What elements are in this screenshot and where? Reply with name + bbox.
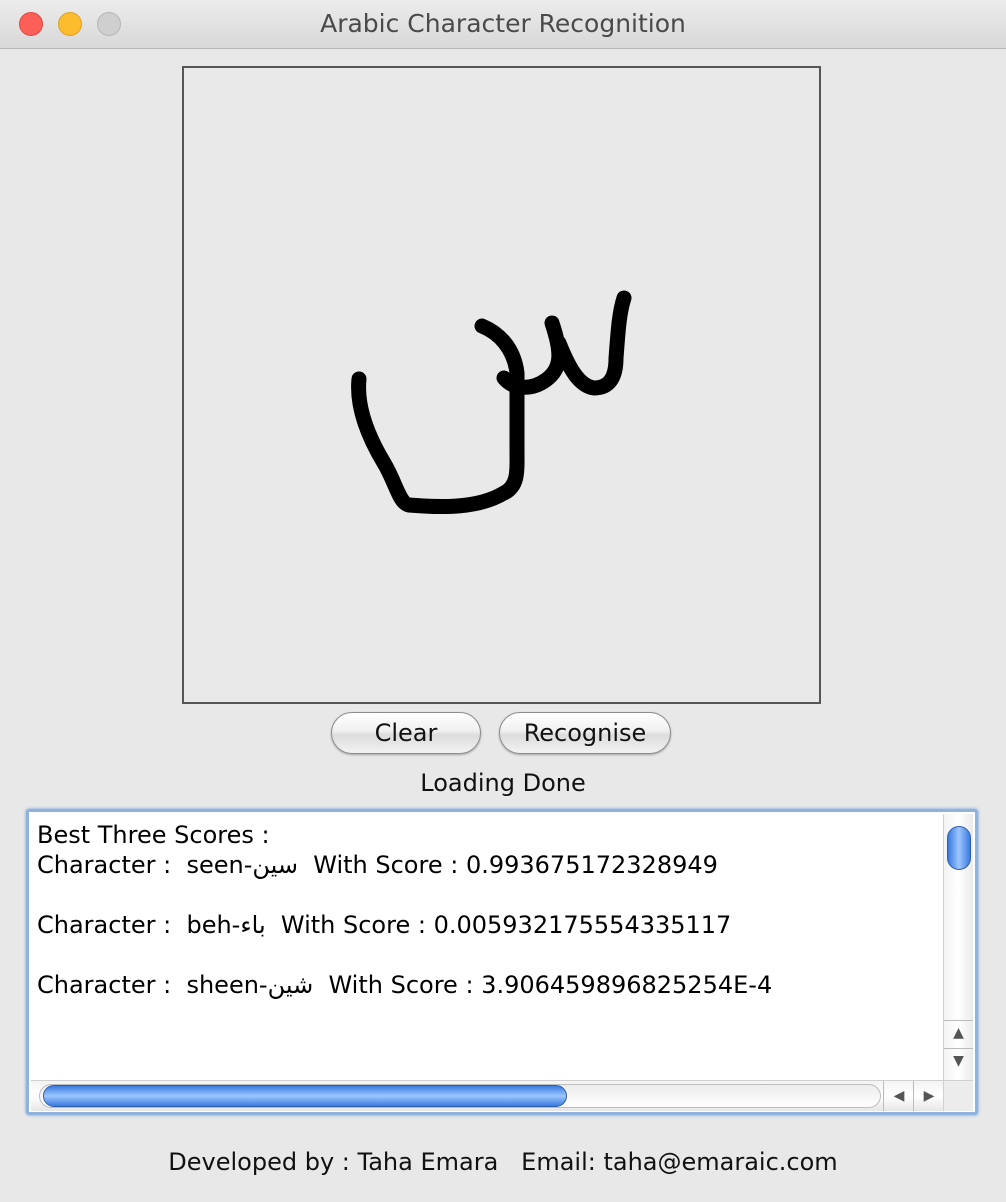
- scroll-down-arrow-icon[interactable]: ▼: [944, 1048, 973, 1073]
- title-bar[interactable]: Arabic Character Recognition: [0, 0, 1006, 49]
- results-text-area[interactable]: Best Three Scores : Character : seen-سين…: [31, 814, 945, 1080]
- results-heading: Best Three Scores :: [37, 821, 270, 849]
- clear-button[interactable]: Clear: [331, 712, 481, 754]
- scroll-corner: [943, 1080, 973, 1111]
- result-character: seen-سين: [186, 851, 298, 879]
- result-prefix: Character :: [37, 911, 187, 939]
- horizontal-scrollbar[interactable]: ◀ ▶: [31, 1080, 945, 1111]
- status-label: Loading Done: [420, 769, 586, 797]
- stroke-segment-3: [551, 290, 632, 396]
- app-window: Arabic Character Recognition Clear Recog…: [0, 0, 1006, 1202]
- result-score-label: With Score :: [313, 971, 482, 999]
- vertical-scrollbar[interactable]: ▲ ▼: [943, 814, 973, 1080]
- result-prefix: Character :: [37, 971, 187, 999]
- horizontal-scroll-thumb[interactable]: [43, 1085, 567, 1107]
- recognise-button[interactable]: Recognise: [499, 712, 671, 754]
- developer-credit: Developed by : Taha Emara: [168, 1148, 499, 1176]
- result-character: sheen-شين: [186, 971, 314, 999]
- scroll-left-arrow-icon[interactable]: ◀: [883, 1081, 914, 1111]
- result-score: 3.906459896825254E-4: [481, 971, 773, 999]
- scroll-up-arrow-icon[interactable]: ▲: [944, 1020, 973, 1045]
- result-score: 0.993675172328949: [465, 851, 718, 879]
- result-character: beh-باء: [186, 911, 266, 939]
- result-score-label: With Score :: [265, 911, 434, 939]
- drawing-canvas[interactable]: [182, 66, 821, 704]
- handwritten-stroke: [351, 290, 632, 515]
- stroke-segment-1: [351, 318, 525, 515]
- vertical-scroll-thumb[interactable]: [947, 826, 971, 870]
- scroll-right-arrow-icon[interactable]: ▶: [913, 1081, 944, 1111]
- result-prefix: Character :: [37, 851, 187, 879]
- window-title: Arabic Character Recognition: [320, 9, 686, 38]
- result-score: 0.005932175554335117: [433, 911, 732, 939]
- contact-email: Email: taha@emaraic.com: [521, 1148, 838, 1176]
- footer-credits: Developed by : Taha Emara Email: taha@em…: [0, 1144, 1006, 1180]
- result-score-label: With Score :: [298, 851, 466, 879]
- results-scroll-pane: Best Three Scores : Character : seen-سين…: [26, 809, 978, 1115]
